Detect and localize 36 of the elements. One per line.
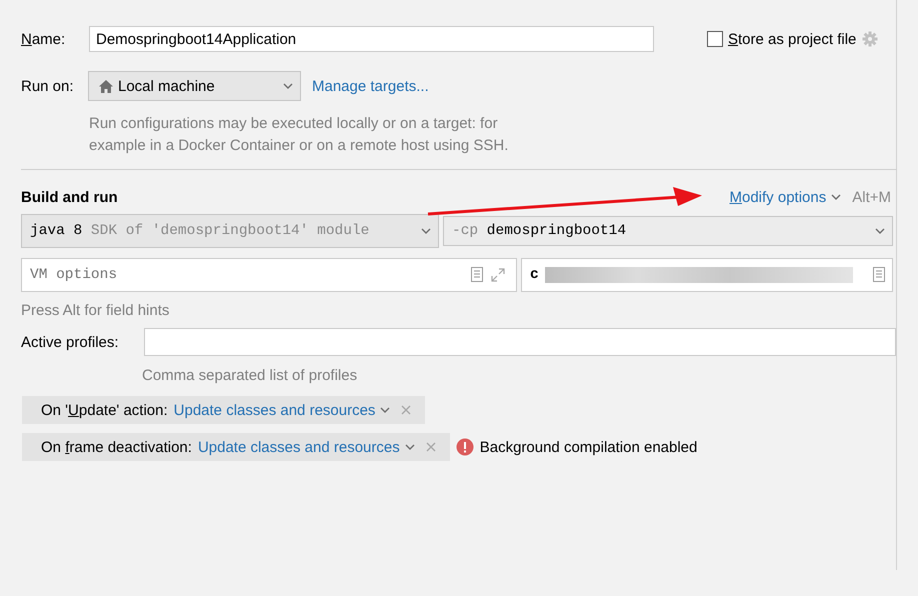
action-label: On 'Update' action: (41, 402, 168, 418)
chevron-icon (404, 443, 416, 451)
name-label: Name: (21, 30, 66, 48)
chevron-icon (282, 82, 294, 90)
close-icon[interactable] (401, 405, 412, 415)
chevron-icon (874, 227, 886, 235)
action-dropdown[interactable]: Update classes and resources (198, 438, 416, 456)
run-on-label: Run on: (21, 78, 75, 94)
shortcut-hint: Alt+M (852, 188, 891, 206)
document-icon[interactable] (873, 267, 885, 282)
vm-options-field[interactable]: VM options (21, 258, 517, 292)
warning-text: Background compilation enabled (480, 438, 698, 456)
profiles-hint: Comma separated list of profiles (142, 367, 358, 384)
action-label: On frame deactivation: (41, 438, 192, 456)
target-dropdown[interactable]: Local machine (88, 71, 301, 101)
error-icon (456, 438, 474, 456)
active-profiles-label: Active profiles: (21, 334, 120, 350)
field-hint: Press Alt for field hints (21, 302, 170, 319)
classpath-dropdown[interactable]: -cp demospringboot14 (443, 216, 893, 246)
chevron-icon (830, 193, 842, 201)
modify-options-link[interactable]: Modify options (730, 188, 842, 206)
manage-targets-link[interactable]: Manage targets... (312, 78, 429, 94)
gear-icon[interactable] (862, 31, 878, 47)
name-field[interactable]: Demospringboot14Application (89, 26, 654, 52)
active-profiles-field[interactable] (144, 328, 896, 356)
store-checkbox[interactable]: Store as project file (707, 30, 856, 48)
run-on-hint: Run configurations may be executed locally or on a target: for example in a Docker Container or on a remote host using SSH. (89, 114, 510, 156)
section-title: Build and run (21, 188, 118, 206)
expand-icon[interactable] (491, 268, 505, 282)
action-dropdown[interactable]: Update classes and resources (174, 402, 392, 418)
close-icon[interactable] (426, 442, 436, 452)
chevron-icon (379, 406, 392, 414)
chevron-icon (420, 227, 432, 235)
jdk-dropdown[interactable]: java 8 SDK of 'demospringboot14' module (21, 214, 439, 248)
document-icon[interactable] (471, 267, 483, 282)
home-icon (99, 80, 113, 92)
